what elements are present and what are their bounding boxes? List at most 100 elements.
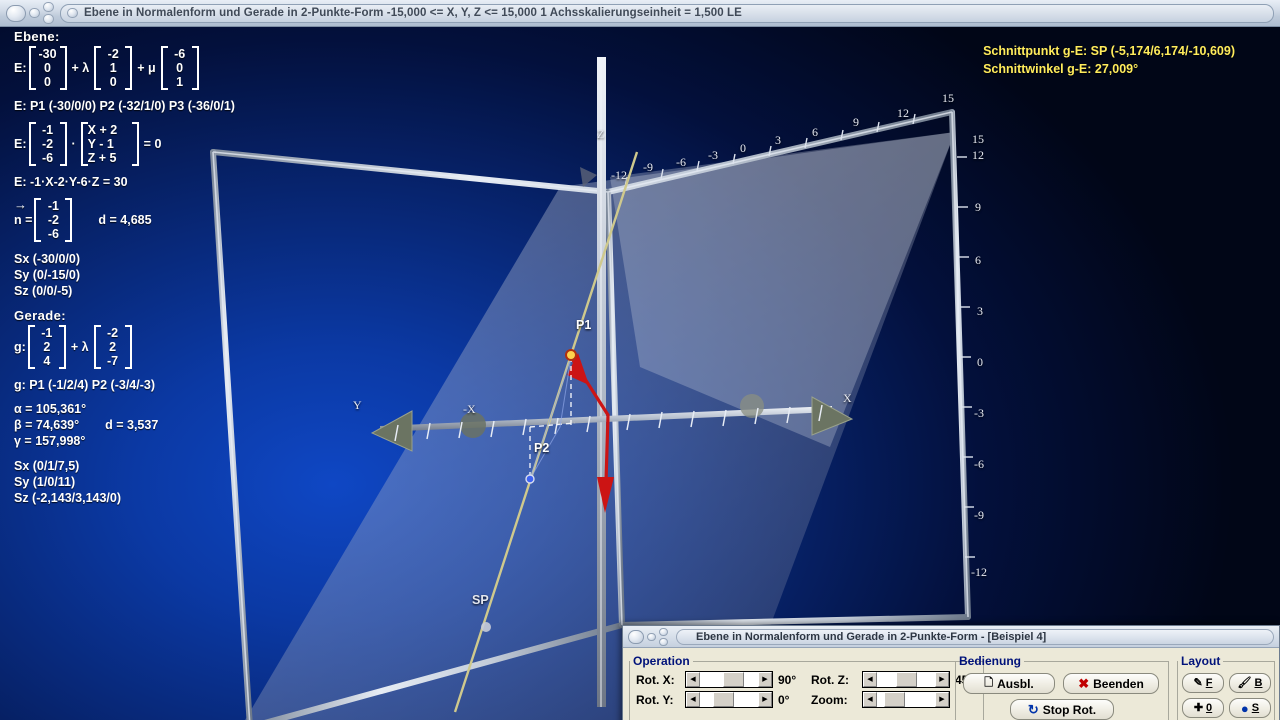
vector-component: 1 (176, 75, 184, 89)
dialog-collapse-button[interactable] (659, 637, 668, 646)
window-extra-controls (43, 2, 54, 24)
right-tick-label: -9 (974, 508, 984, 522)
vector-component: Z + 5 (87, 151, 117, 165)
dialog-close-button[interactable] (628, 629, 644, 644)
window-minimize-button[interactable] (29, 8, 40, 18)
dialog-titlebar: Ebene in Normalenform und Gerade in 2-Pu… (623, 626, 1279, 648)
line-label: g: (14, 340, 26, 354)
window-collapse-button[interactable] (43, 14, 54, 24)
bedienung-button-row-2: ↻ Stop Rot. (956, 699, 1168, 720)
rot-y-right-arrow-icon[interactable]: ▶ (758, 692, 772, 707)
dialog-minimize-button[interactable] (647, 632, 656, 641)
bedienung-group: Bedienung 🗋 Ausbl. ✖ Beenden ↻ Stop Rot. (955, 654, 1169, 720)
point-label-p2: P2 (534, 441, 550, 455)
rot-x-right-arrow-icon[interactable]: ▶ (758, 672, 772, 687)
top-tick-label: -9 (643, 160, 653, 174)
rot-y-label: Rot. Y: (636, 692, 674, 707)
fill-icon: ● (1240, 700, 1249, 716)
rot-y-value: 0° (778, 692, 790, 707)
vector-component: -1 (47, 199, 59, 213)
layout-f-button[interactable]: ✎ F (1182, 673, 1224, 693)
top-tick-label: 3 (775, 133, 781, 147)
plane-sz: Sz (0/0/-5) (14, 284, 73, 298)
rot-z-track[interactable] (877, 672, 935, 687)
vector-component: 2 (43, 340, 51, 354)
rot-x-track[interactable] (700, 672, 758, 687)
rot-x-left-arrow-icon[interactable]: ◀ (686, 672, 700, 687)
rot-z-left-arrow-icon[interactable]: ◀ (863, 672, 877, 687)
zoom-left-arrow-icon[interactable]: ◀ (863, 692, 877, 707)
beta-row: β = 74,639° d = 3,537 (14, 417, 344, 433)
3d-viewport[interactable]: Ebene: E: -30 0 0 + λ -2 1 0 + μ -6 0 1 … (0, 27, 1280, 720)
plane-coordinate-equation: E: -1·X-2·Y-6·Z = 30 (14, 175, 128, 189)
point-p1-marker (565, 349, 577, 361)
plane-direction-vector-1: -2 1 0 (94, 46, 133, 90)
vector-component: -2 (106, 326, 119, 340)
right-tick-label: -3 (974, 406, 984, 420)
layout-s-button[interactable]: ● S (1229, 698, 1271, 718)
dialog-zoom-button[interactable] (659, 627, 668, 636)
line-direction-angles: α = 105,361° β = 74,639° d = 3,537 γ = 1… (14, 401, 344, 449)
top-tick-label: -12 (611, 168, 627, 182)
stop-rotation-button[interactable]: ↻ Stop Rot. (1010, 699, 1114, 720)
layout-b-button[interactable]: 🖌 B (1229, 673, 1271, 693)
right-tick-label: 12 (972, 148, 984, 162)
line-heading: Gerade: (14, 308, 66, 323)
dialog-extra-controls (659, 627, 668, 646)
info-panel-right: Schnittpunkt g-E: SP (-5,174/6,174/-10,6… (983, 42, 1235, 78)
normal-vector-values: -1 -2 -6 (34, 198, 73, 242)
vector-component: 0 (176, 61, 184, 75)
rot-y-thumb[interactable] (712, 692, 734, 707)
rot-z-thumb[interactable] (895, 672, 917, 687)
axis-label-x-negative: -X (463, 402, 476, 416)
normal-vector-row: n = -1 -2 -6 d = 4,685 (14, 198, 344, 242)
window-zoom-button[interactable] (43, 2, 54, 12)
normal-vector-label: n = (14, 200, 32, 227)
copy-icon: 🗋 (984, 677, 994, 689)
vector-component: -7 (106, 354, 119, 368)
rotation-row-2: Rot. Y: ◀ ▶ 0° Zoom: ◀ ▶ (636, 691, 983, 708)
rot-z-scrollbar[interactable]: ◀ ▶ (862, 671, 950, 688)
line-sy: Sy (1/0/11) (14, 475, 76, 489)
zoom-thumb[interactable] (883, 692, 905, 707)
line-direction-vector: -2 2 -7 (93, 325, 132, 369)
rot-x-label: Rot. X: (636, 672, 675, 687)
layout-0-button[interactable]: ✚ 0 (1182, 698, 1224, 718)
right-tick-label: 15 (972, 132, 984, 146)
vector-component: 0 (44, 61, 51, 75)
right-tick-label: 6 (975, 253, 981, 267)
window-controls (6, 2, 54, 24)
layout-0-label: 0 (1206, 702, 1213, 714)
zoom-right-arrow-icon[interactable]: ▶ (935, 692, 949, 707)
window-close-button[interactable] (6, 4, 26, 22)
rot-y-track[interactable] (700, 692, 758, 707)
layout-legend: Layout (1181, 654, 1221, 668)
rot-x-thumb[interactable] (723, 672, 745, 687)
dialog-title: Ebene in Normalenform und Gerade in 2-Pu… (696, 630, 1047, 643)
vector-component: -2 (41, 137, 54, 151)
stop-rotation-label: Stop Rot. (1042, 702, 1097, 717)
rot-x-scrollbar[interactable]: ◀ ▶ (685, 671, 773, 688)
ausblenden-button[interactable]: 🗋 Ausbl. (963, 673, 1055, 694)
z-axis (597, 57, 606, 707)
vector-component: -1 (41, 123, 54, 137)
plane-coordinate-vector: X + 2 Y - 1 Z + 5 (80, 122, 139, 166)
origin-icon: ✚ (1193, 701, 1204, 714)
dialog-body: Operation Rot. X: ◀ ▶ 90° Rot. Z: ◀ ▶ Ro… (623, 648, 1279, 720)
rot-y-scrollbar[interactable]: ◀ ▶ (685, 691, 773, 708)
plane-dir1-operator: + λ (71, 61, 90, 75)
line-intercepts: Sx (0/1/7,5) Sy (1/0/11) Sz (-2,143/3,14… (14, 458, 344, 506)
top-tick-label: 12 (897, 106, 909, 120)
axis-label-x: X (843, 391, 852, 405)
rot-z-right-arrow-icon[interactable]: ▶ (935, 672, 949, 687)
top-tick-label: 9 (853, 115, 859, 129)
zoom-scrollbar[interactable]: ◀ ▶ (862, 691, 950, 708)
layout-s-label: S (1251, 702, 1260, 714)
beenden-button[interactable]: ✖ Beenden (1063, 673, 1159, 694)
plane-normal-label: E: (14, 137, 27, 151)
vector-component: 0 (109, 75, 117, 89)
vector-component: 1 (109, 61, 117, 75)
rot-y-left-arrow-icon[interactable]: ◀ (686, 692, 700, 707)
zoom-track[interactable] (877, 692, 935, 707)
info-panel-left: Ebene: E: -30 0 0 + λ -2 1 0 + μ -6 0 1 … (14, 29, 344, 506)
